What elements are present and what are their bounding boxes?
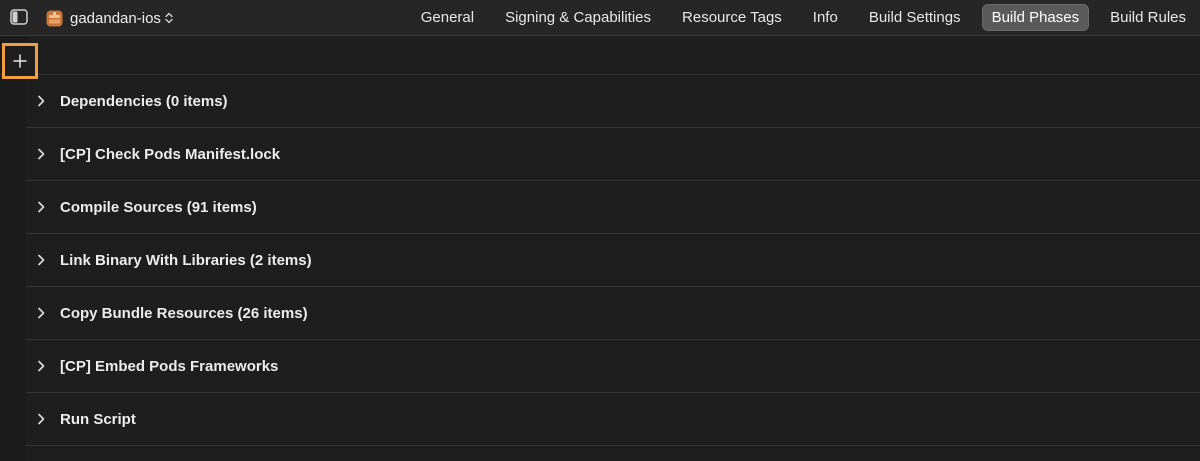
chevron-updown-icon bbox=[165, 12, 173, 24]
target-name: gadandan-ios bbox=[70, 9, 161, 27]
chevron-right-icon[interactable] bbox=[37, 413, 45, 425]
phase-row-embed-pods-frameworks[interactable]: [CP] Embed Pods Frameworks bbox=[26, 340, 1200, 393]
phase-label: [CP] Embed Pods Frameworks bbox=[60, 357, 279, 375]
tab-signing-capabilities[interactable]: Signing & Capabilities bbox=[495, 4, 661, 31]
add-build-phase-button[interactable] bbox=[2, 43, 38, 79]
editor-tabs: General Signing & Capabilities Resource … bbox=[400, 4, 1196, 31]
phase-label: Run Script bbox=[60, 410, 136, 428]
chevron-right-icon[interactable] bbox=[37, 201, 45, 213]
tab-build-phases[interactable]: Build Phases bbox=[981, 4, 1090, 31]
phase-row-link-binary[interactable]: Link Binary With Libraries (2 items) bbox=[26, 234, 1200, 287]
phase-label: Compile Sources (91 items) bbox=[60, 198, 257, 216]
plus-icon bbox=[13, 54, 27, 68]
left-gutter bbox=[0, 36, 26, 461]
phase-row-check-pods-manifest[interactable]: [CP] Check Pods Manifest.lock bbox=[26, 128, 1200, 181]
chevron-right-icon[interactable] bbox=[37, 307, 45, 319]
build-phases-list: Dependencies (0 items) [CP] Check Pods M… bbox=[26, 75, 1200, 446]
app-target-icon bbox=[46, 10, 63, 26]
tab-build-rules[interactable]: Build Rules bbox=[1100, 4, 1196, 31]
chevron-right-icon[interactable] bbox=[37, 254, 45, 266]
phase-label: Link Binary With Libraries (2 items) bbox=[60, 251, 312, 269]
phase-label: Copy Bundle Resources (26 items) bbox=[60, 304, 308, 322]
target-selector[interactable]: gadandan-ios bbox=[46, 7, 173, 29]
tab-resource-tags[interactable]: Resource Tags bbox=[672, 4, 792, 31]
editor-toolbar: gadandan-ios General Signing & Capabilit… bbox=[0, 0, 1200, 36]
chevron-right-icon[interactable] bbox=[37, 148, 45, 160]
phase-label: [CP] Check Pods Manifest.lock bbox=[60, 145, 281, 163]
tab-build-settings[interactable]: Build Settings bbox=[859, 4, 971, 31]
chevron-right-icon[interactable] bbox=[37, 95, 45, 107]
add-phase-strip bbox=[0, 36, 1200, 79]
sidebar-toggle-icon[interactable] bbox=[10, 9, 28, 25]
phase-row-copy-bundle-resources[interactable]: Copy Bundle Resources (26 items) bbox=[26, 287, 1200, 340]
phase-row-run-script[interactable]: Run Script bbox=[26, 393, 1200, 446]
chevron-right-icon[interactable] bbox=[37, 360, 45, 372]
phase-label: Dependencies (0 items) bbox=[60, 92, 228, 110]
tab-info[interactable]: Info bbox=[803, 4, 848, 31]
xcode-build-phases-window: gadandan-ios General Signing & Capabilit… bbox=[0, 0, 1200, 461]
tab-general[interactable]: General bbox=[411, 4, 484, 31]
phase-row-compile-sources[interactable]: Compile Sources (91 items) bbox=[26, 181, 1200, 234]
phase-row-dependencies[interactable]: Dependencies (0 items) bbox=[26, 75, 1200, 128]
